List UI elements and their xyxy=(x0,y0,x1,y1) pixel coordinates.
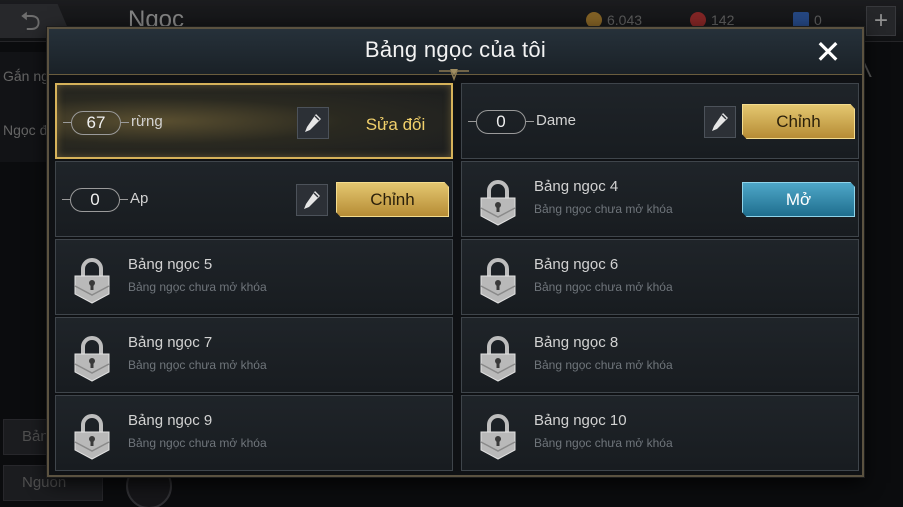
locked-status: Bảng ngọc chưa mở khóa xyxy=(534,280,673,294)
padlock-icon xyxy=(74,414,110,460)
pencil-icon[interactable] xyxy=(704,106,736,138)
rune-page-card[interactable]: Bảng ngọc 5 Bảng ngọc chưa mở khóa xyxy=(55,239,453,315)
locked-status: Bảng ngọc chưa mở khóa xyxy=(128,436,267,450)
padlock-icon xyxy=(480,180,516,226)
close-button[interactable]: ✕ xyxy=(805,33,851,71)
rune-page-card[interactable]: 0 Dame Chỉnh xyxy=(461,83,859,159)
rune-page-card[interactable]: Bảng ngọc 9 Bảng ngọc chưa mở khóa xyxy=(55,395,453,471)
rune-page-title: Bảng ngọc 5 xyxy=(128,256,213,273)
rune-page-name: Ap xyxy=(130,190,149,207)
rune-page-title: Bảng ngọc 4 xyxy=(534,178,619,195)
locked-status: Bảng ngọc chưa mở khóa xyxy=(534,358,673,372)
rune-page-title: Bảng ngọc 7 xyxy=(128,334,213,351)
locked-status: Bảng ngọc chưa mở khóa xyxy=(128,358,267,372)
rune-page-card[interactable]: Bảng ngọc 4 Bảng ngọc chưa mở khóa Mở xyxy=(461,161,859,237)
rune-count-badge: 0 xyxy=(468,110,534,134)
rune-page-name: Dame xyxy=(536,112,577,129)
rune-page-card[interactable]: Bảng ngọc 8 Bảng ngọc chưa mở khóa xyxy=(461,317,859,393)
rune-page-card[interactable]: 67 rừng Sửa đổi xyxy=(55,83,453,159)
padlock-icon xyxy=(480,414,516,460)
rune-pages-dialog: Bảng ngọc của tôi ✕ 67 rừng Sửa đổi 0 Da… xyxy=(47,27,864,477)
edit-button[interactable]: Chỉnh xyxy=(336,182,449,217)
pencil-icon[interactable] xyxy=(296,184,328,216)
rune-page-card[interactable]: Bảng ngọc 10 Bảng ngọc chưa mở khóa xyxy=(461,395,859,471)
dialog-header: Bảng ngọc của tôi ✕ xyxy=(49,29,862,81)
rune-page-card[interactable]: 0 Ap Chỉnh xyxy=(55,161,453,237)
ornament-icon xyxy=(439,69,469,81)
rune-count-badge: 67 xyxy=(63,111,129,135)
edit-button[interactable]: Chỉnh xyxy=(742,104,855,139)
rune-page-title: Bảng ngọc 9 xyxy=(128,412,213,429)
rune-page-title: Bảng ngọc 8 xyxy=(534,334,619,351)
rune-page-name: rừng xyxy=(131,113,163,130)
unlock-button[interactable]: Mở xyxy=(742,182,855,217)
rune-page-card[interactable]: Bảng ngọc 7 Bảng ngọc chưa mở khóa xyxy=(55,317,453,393)
rune-count-badge: 0 xyxy=(62,188,128,212)
dialog-title: Bảng ngọc của tôi xyxy=(364,37,547,62)
locked-status: Bảng ngọc chưa mở khóa xyxy=(128,280,267,294)
rune-page-card[interactable]: Bảng ngọc 6 Bảng ngọc chưa mở khóa xyxy=(461,239,859,315)
padlock-icon xyxy=(480,336,516,382)
padlock-icon xyxy=(74,336,110,382)
modify-button[interactable]: Sửa đổi xyxy=(339,110,452,140)
rune-page-title: Bảng ngọc 10 xyxy=(534,412,627,429)
padlock-icon xyxy=(480,258,516,304)
locked-status: Bảng ngọc chưa mở khóa xyxy=(534,436,673,450)
padlock-icon xyxy=(74,258,110,304)
locked-status: Bảng ngọc chưa mở khóa xyxy=(534,202,673,216)
pencil-icon[interactable] xyxy=(297,107,329,139)
rune-page-grid: 67 rừng Sửa đổi 0 Dame Chỉnh 0 Ap Chỉnh xyxy=(55,83,860,473)
rune-page-title: Bảng ngọc 6 xyxy=(534,256,619,273)
